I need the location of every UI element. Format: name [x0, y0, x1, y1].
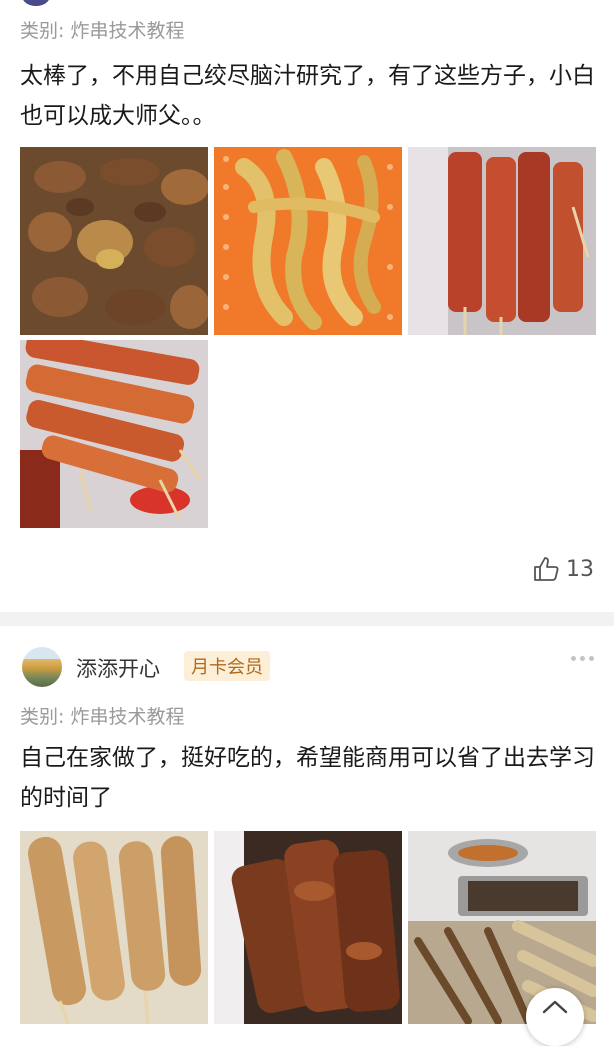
user-avatar[interactable]: [22, 647, 62, 687]
category-label: 类别:: [20, 20, 65, 42]
spiced-meat-skewers-image: [20, 340, 208, 528]
fried-chicken-skewers-image: [214, 831, 402, 1024]
like-button[interactable]: 13: [532, 555, 594, 583]
post-image[interactable]: [214, 147, 402, 335]
braised-chicken-gizzards-image: [20, 147, 208, 335]
fried-crispy-strips-image: [214, 147, 402, 335]
post-text: 自己在家做了，挺好吃的，希望能商用可以省了出去学习的时间了: [20, 745, 595, 811]
category-value[interactable]: 炸串技术教程: [70, 20, 184, 42]
post-image[interactable]: [20, 340, 208, 528]
chevron-up-icon: [542, 1000, 568, 1014]
fried-sausage-skewers-image: [20, 831, 208, 1024]
like-count: 13: [566, 556, 594, 582]
post-category: 类别: 炸串技术教程: [20, 16, 184, 43]
username[interactable]: 添添开心: [76, 653, 160, 683]
post-divider: [0, 612, 614, 626]
category-label: 类别:: [20, 706, 65, 728]
post-category: 类别: 炸串技术教程: [20, 702, 184, 729]
post-image[interactable]: [408, 147, 596, 335]
post-text: 太棒了，不用自己绞尽脑汁研究了，有了这些方子，小白也可以成大师父。。: [20, 63, 595, 129]
post-image[interactable]: [20, 831, 208, 1024]
marinated-meat-skewers-image: [408, 147, 596, 335]
more-options-icon[interactable]: [571, 656, 594, 661]
member-badge: 月卡会员: [184, 651, 270, 681]
back-to-top-button[interactable]: [526, 988, 584, 1046]
category-value[interactable]: 炸串技术教程: [70, 706, 184, 728]
thumbs-up-icon: [534, 557, 559, 581]
post-image[interactable]: [214, 831, 402, 1024]
post-image[interactable]: [20, 147, 208, 335]
previous-avatar[interactable]: [22, 0, 50, 6]
